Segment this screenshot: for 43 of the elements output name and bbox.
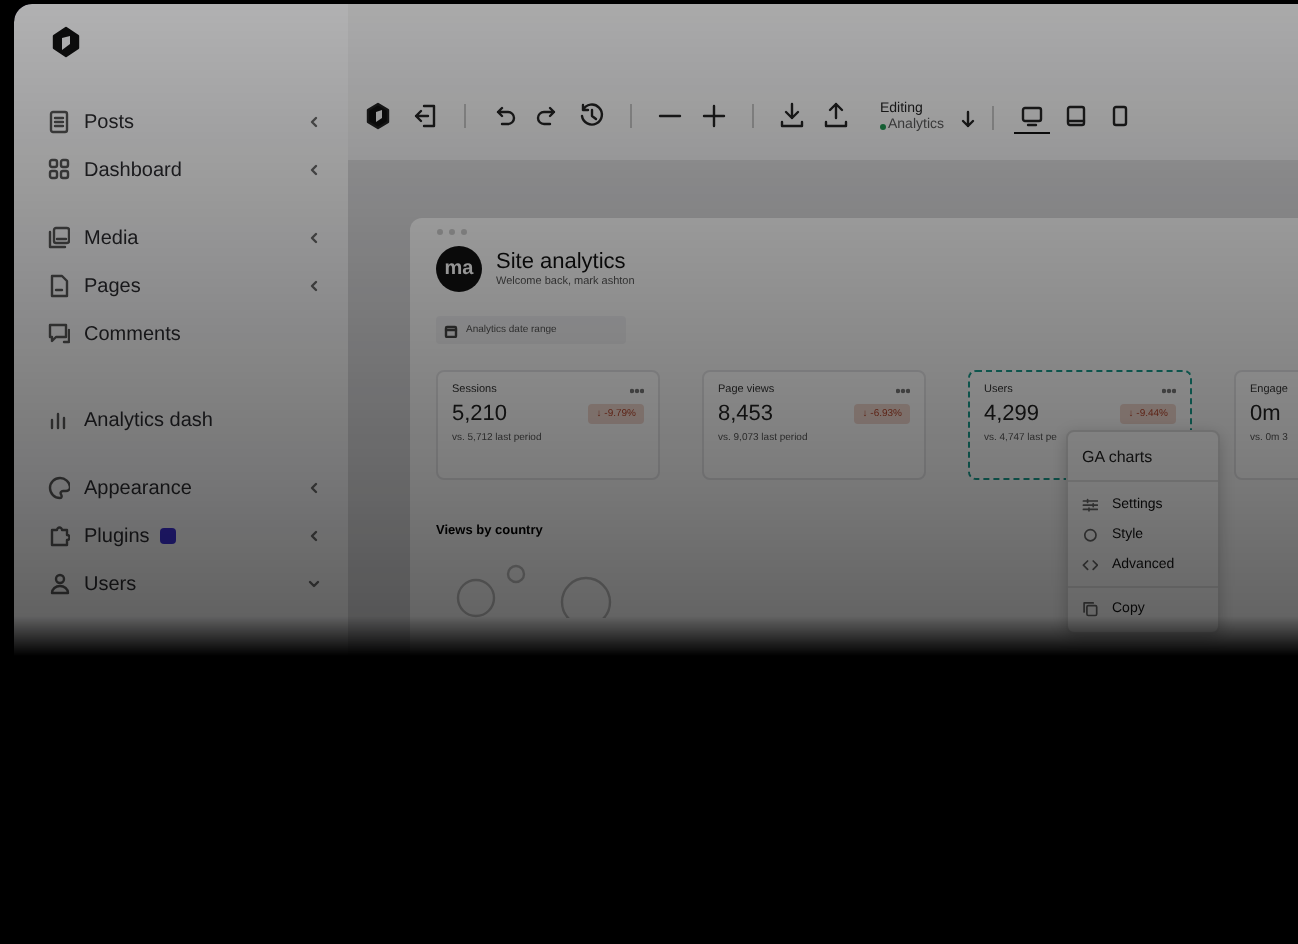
copy-icon bbox=[1082, 597, 1098, 621]
logo-icon bbox=[364, 102, 392, 130]
arrow-down-icon bbox=[960, 110, 976, 130]
sidebar-item[interactable]: Appearance bbox=[48, 464, 320, 512]
tablet-icon bbox=[1064, 104, 1088, 128]
palette-icon bbox=[48, 476, 70, 500]
stat-value: 0m bbox=[1250, 402, 1281, 426]
puzzle-icon bbox=[48, 524, 70, 548]
logo-icon bbox=[48, 24, 84, 60]
bar-chart-icon bbox=[48, 408, 70, 432]
sidebar-item[interactable]: Pages bbox=[48, 262, 320, 310]
sidebar-item[interactable]: Media bbox=[48, 214, 320, 262]
image-stack-icon bbox=[48, 226, 70, 250]
calendar-icon bbox=[444, 323, 458, 337]
exit-icon bbox=[412, 102, 440, 130]
stat-value: 5,210 bbox=[452, 402, 508, 426]
download-icon bbox=[778, 102, 806, 130]
stat-value: 8,453 bbox=[718, 402, 774, 426]
avatar: ma bbox=[436, 246, 482, 292]
users-icon bbox=[48, 572, 70, 596]
sidebar-item[interactable]: Users bbox=[48, 560, 320, 608]
circle-icon bbox=[1082, 523, 1098, 547]
sidebar-item[interactable]: Posts bbox=[48, 98, 320, 146]
chat-icon bbox=[48, 322, 70, 346]
more-icon bbox=[896, 387, 910, 393]
list-icon bbox=[48, 110, 70, 134]
stat-value: 4,299 bbox=[984, 402, 1040, 426]
page-title: Site analytics bbox=[496, 250, 628, 274]
phone-icon bbox=[1108, 104, 1132, 128]
plus-icon bbox=[700, 102, 728, 130]
grid-icon bbox=[48, 158, 70, 182]
more-icon bbox=[630, 387, 644, 393]
document-icon bbox=[48, 274, 70, 298]
upload-icon bbox=[822, 102, 850, 130]
sidebar-item[interactable]: Dashboard bbox=[48, 146, 320, 194]
monitor-icon bbox=[1020, 104, 1044, 128]
history-icon bbox=[578, 102, 606, 130]
sliders-icon bbox=[1082, 493, 1098, 517]
more-icon bbox=[1162, 387, 1176, 393]
sidebar-item[interactable]: Comments bbox=[48, 310, 320, 358]
sidebar-item[interactable]: Plugins bbox=[48, 512, 320, 560]
sidebar-item[interactable]: Analytics dash bbox=[48, 396, 320, 444]
status-dot bbox=[879, 123, 886, 129]
